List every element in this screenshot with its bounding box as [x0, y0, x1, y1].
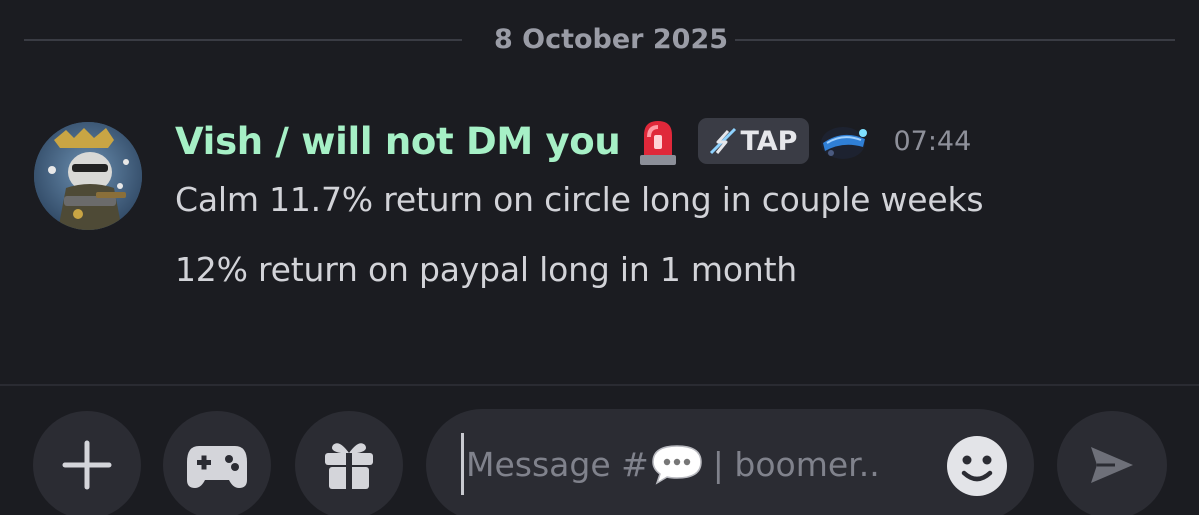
- chat-screen: 8 October 2025 Vish / will not DM you TA…: [0, 0, 1199, 515]
- placeholder-prefix: Message #: [466, 444, 649, 484]
- send-icon: [1091, 447, 1133, 483]
- date-divider: 8 October 2025: [24, 22, 1175, 58]
- plus-icon: [62, 440, 112, 490]
- message-line: Calm 11.7% return on circle long in coup…: [175, 180, 984, 219]
- message-line: 12% return on paypal long in 1 month: [175, 250, 798, 289]
- gamepad-icon: [187, 446, 247, 488]
- timestamp: 07:44: [893, 125, 972, 157]
- rotating-light-icon: [640, 121, 677, 165]
- text-caret: [461, 433, 464, 495]
- avatar[interactable]: [34, 122, 142, 230]
- username[interactable]: Vish / will not DM you: [175, 120, 621, 163]
- speech-bubble-icon: [652, 445, 702, 485]
- divider-line-right: [735, 39, 1175, 41]
- avatar-image: [34, 122, 142, 230]
- space-helmet-icon: [821, 127, 868, 159]
- lightning-icon: [710, 127, 737, 155]
- divider-date: 8 October 2025: [493, 24, 729, 55]
- server-tag[interactable]: TAP: [698, 118, 810, 164]
- smiley-icon[interactable]: [946, 435, 1008, 497]
- add-button[interactable]: [33, 411, 141, 515]
- gift-button[interactable]: [295, 411, 403, 515]
- message-input[interactable]: Message # | boomer..: [426, 409, 1034, 515]
- tag-label: TAP: [740, 125, 798, 157]
- send-button[interactable]: [1057, 411, 1167, 515]
- gift-icon: [325, 443, 373, 489]
- divider-line-left: [24, 39, 462, 41]
- input-placeholder: Message # | boomer..: [466, 443, 880, 485]
- activities-button[interactable]: [163, 411, 271, 515]
- composer-separator: [0, 384, 1199, 386]
- message-header: Vish / will not DM you TAP 07:44: [175, 112, 971, 170]
- placeholder-suffix: | boomer..: [712, 444, 880, 484]
